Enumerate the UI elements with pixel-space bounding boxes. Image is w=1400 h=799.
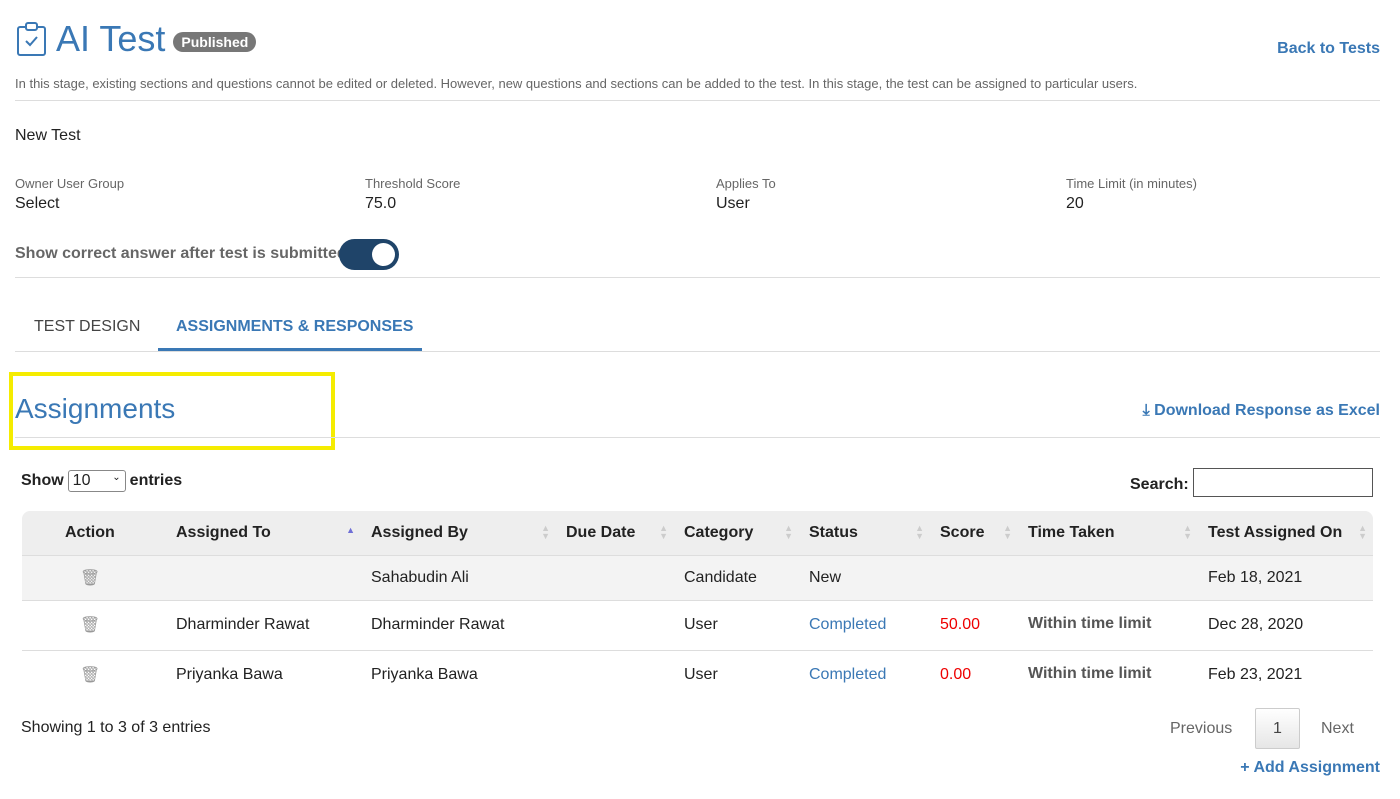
divider — [15, 277, 1380, 278]
col-category[interactable]: Category ▲ ▼ — [674, 511, 799, 555]
highlight-box — [9, 372, 335, 450]
search-input[interactable] — [1193, 468, 1373, 497]
tab-assignments-responses[interactable]: ASSIGNMENTS & RESPONSES — [176, 318, 413, 336]
page-1-button[interactable]: 1 — [1255, 708, 1300, 749]
add-assignment-link[interactable]: + Add Assignment — [1240, 759, 1380, 777]
download-excel-link[interactable]: ⤓ Download Response as Excel — [1143, 402, 1380, 420]
previous-button[interactable]: Previous — [1170, 720, 1232, 738]
trash-icon[interactable]: 🗑 — [22, 649, 166, 700]
toggle-label: Show correct answer after test is submit… — [15, 245, 347, 262]
table-info: Showing 1 to 3 of 3 entries — [21, 719, 211, 736]
tab-test-design[interactable]: TEST DESIGN — [34, 318, 140, 336]
assignments-table: Action Assigned To ▲ Assigned By ▲ ▼ Due Da… — [22, 511, 1373, 700]
status-badge: Published — [173, 32, 257, 52]
back-to-tests-link[interactable]: Back to Tests — [1277, 40, 1380, 58]
col-score[interactable]: Score ▲ ▼ — [930, 511, 1018, 555]
page-title: AI Test Published — [16, 18, 257, 60]
trash-icon[interactable]: 🗑 — [22, 599, 166, 650]
col-time-taken[interactable]: Time Taken ▲ ▼ — [1018, 511, 1198, 555]
field-time-limit: Time Limit (in minutes) 20 — [1066, 176, 1197, 212]
col-assigned-to[interactable]: Assigned To ▲ — [166, 511, 361, 555]
chevron-down-icon: ⌄ — [112, 472, 121, 483]
table-row: 🗑 Sahabudin Ali Candidate New Feb 18, 2021 — [22, 554, 1373, 600]
entries-select[interactable]: 10 ⌄ — [67, 470, 126, 492]
search-label: Search: — [1130, 476, 1189, 493]
field-threshold-score: Threshold Score 75.0 — [365, 176, 461, 212]
divider — [15, 100, 1380, 101]
entries-control: Show 10 ⌄ entries — [21, 470, 182, 492]
status-link[interactable]: Completed — [799, 649, 930, 700]
divider — [15, 351, 1380, 352]
field-applies-to: Applies To User — [716, 176, 776, 212]
col-assigned-by[interactable]: Assigned By ▲ ▼ — [361, 511, 556, 555]
col-test-assigned-on[interactable]: Test Assigned On ▲ ▼ — [1198, 511, 1373, 555]
next-button[interactable]: Next — [1321, 720, 1354, 738]
field-owner-user-group: Owner User Group Select — [15, 176, 125, 212]
col-action: Action — [22, 511, 166, 555]
test-name: New Test — [15, 127, 81, 144]
stage-description: In this stage, existing sections and que… — [15, 76, 1138, 91]
table-row: 🗑 Priyanka Bawa Priyanka Bawa User Completed… — [22, 649, 1373, 700]
table-row: 🗑 Dharminder Rawat Dharminder Rawat User Com… — [22, 599, 1373, 650]
col-due-date[interactable]: Due Date ▲ ▼ — [556, 511, 674, 555]
show-answer-toggle[interactable] — [339, 239, 399, 270]
test-title: AI Test — [56, 18, 166, 59]
trash-icon[interactable]: 🗑 — [22, 554, 166, 600]
download-icon: ⤓ — [1142, 402, 1150, 419]
col-status[interactable]: Status ▲ ▼ — [799, 511, 930, 555]
divider — [15, 437, 1380, 438]
clipboard-check-icon — [17, 22, 46, 56]
status-link[interactable]: Completed — [799, 599, 930, 650]
